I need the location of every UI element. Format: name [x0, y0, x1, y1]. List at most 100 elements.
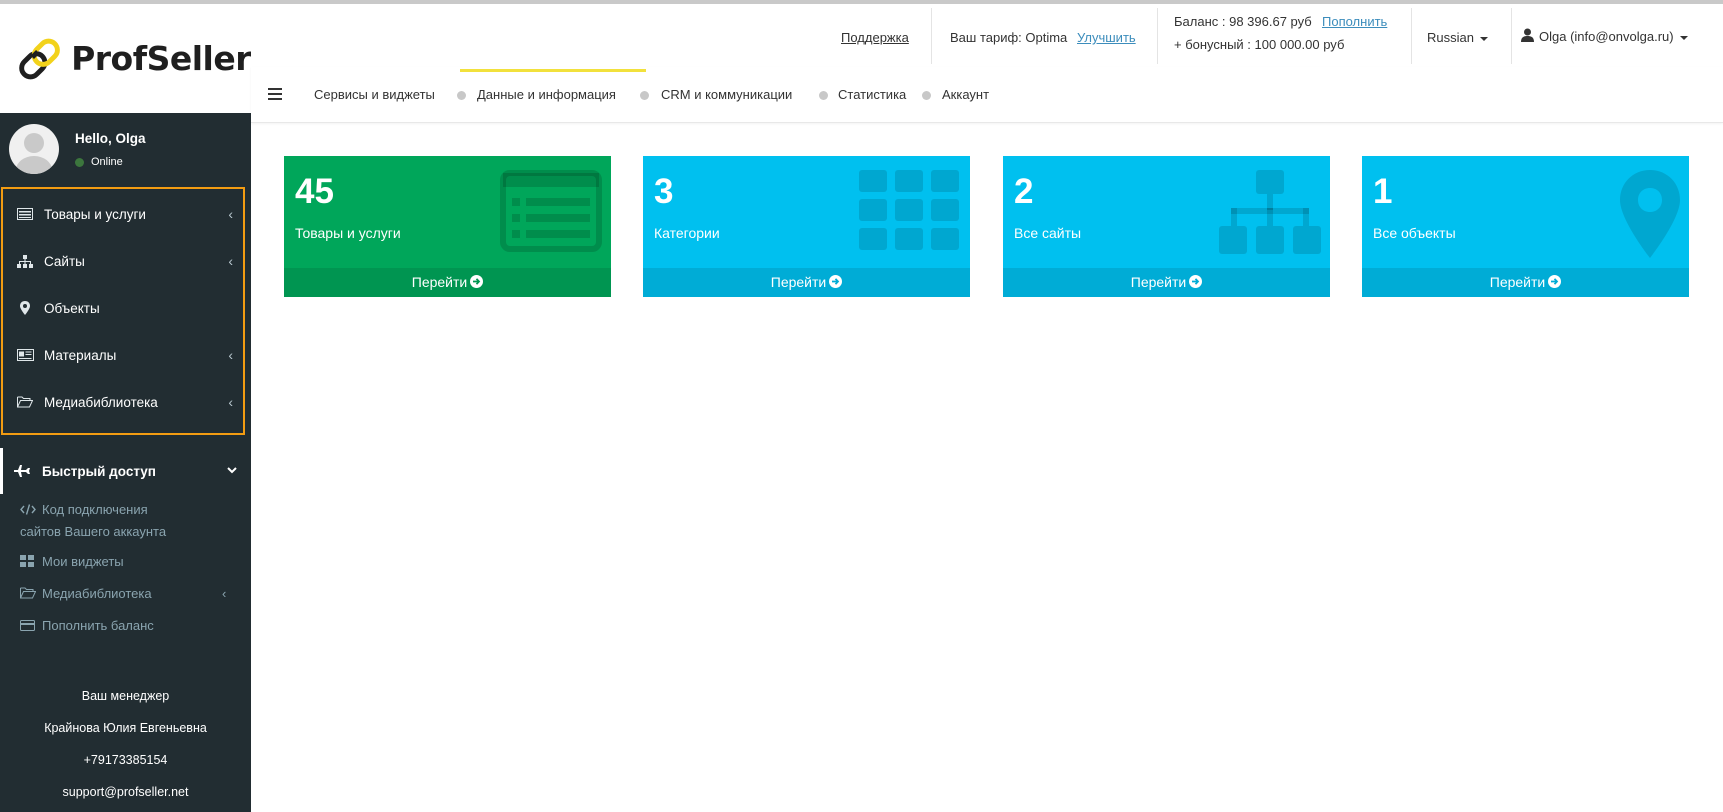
upgrade-link[interactable]: Улучшить	[1077, 30, 1136, 45]
card-go-button[interactable]: Перейти	[1003, 268, 1330, 297]
card-products: 45 Товары и услуги Перейти	[284, 156, 611, 297]
list-icon	[15, 207, 35, 221]
sidebar-item-label: Сайты	[44, 253, 85, 269]
manager-email[interactable]: support@profseller.net	[0, 785, 251, 799]
chevron-left-icon: ‹	[228, 347, 233, 363]
support-link[interactable]: Поддержка	[841, 30, 909, 45]
avatar	[9, 124, 59, 174]
tab-crm-communications[interactable]: CRM и коммуникации	[661, 87, 792, 102]
sidebar: Hello, Olga Online Товары и услуги ‹ Сай…	[0, 113, 251, 812]
tab-separator-dot	[922, 91, 931, 100]
tab-separator-dot	[819, 91, 828, 100]
user-silhouette-icon	[16, 133, 52, 174]
card-label: Все сайты	[1014, 225, 1082, 241]
hamburger-menu-icon[interactable]	[268, 88, 282, 103]
status-text: Online	[91, 156, 123, 168]
tariff-label: Ваш тариф: Optima	[950, 30, 1068, 45]
code-icon	[20, 500, 36, 521]
card-go-label: Перейти	[1130, 274, 1187, 290]
quick-item-label: Код подключения	[42, 502, 148, 517]
sitemap-icon	[15, 254, 35, 268]
quick-item-label: Медиабиблиотека	[42, 586, 152, 601]
arrow-circle-right-icon	[470, 275, 484, 288]
caret-down-icon	[1479, 36, 1488, 41]
chevron-left-icon: ‹	[228, 253, 233, 269]
card-count: 45	[295, 172, 334, 211]
quick-access-toggle[interactable]: Быстрый доступ	[0, 448, 251, 494]
logo[interactable]: ProfSeller	[0, 4, 251, 113]
card-all-objects: 1 Все объекты Перейти	[1362, 156, 1689, 297]
card-go-button[interactable]: Перейти	[284, 268, 611, 297]
card-go-button[interactable]: Перейти	[643, 268, 970, 297]
user-status: Online	[75, 156, 123, 168]
grid-icon	[859, 170, 959, 250]
folder-open-icon	[20, 584, 37, 605]
header-divider	[1511, 8, 1512, 64]
list-alt-icon	[500, 170, 602, 252]
tab-services-widgets[interactable]: Сервисы и виджеты	[314, 87, 435, 102]
manager-name: Крайнова Юлия Евгеньевна	[44, 721, 207, 735]
card-count: 1	[1373, 172, 1393, 211]
card-count: 2	[1014, 172, 1034, 211]
bonus-label: + бонусный : 100 000.00 руб	[1174, 37, 1345, 52]
sidebar-item-label: Медиабиблиотека	[44, 394, 158, 410]
chevron-left-icon: ‹	[222, 586, 227, 601]
user-greeting: Hello, Olga	[75, 131, 146, 146]
arrow-circle-right-icon	[1548, 275, 1562, 288]
card-label: Категории	[654, 225, 720, 241]
language-label: Russian	[1427, 30, 1474, 45]
chevron-left-icon: ‹	[228, 394, 233, 410]
sidebar-item-products[interactable]: Товары и услуги ‹	[3, 192, 243, 236]
folder-open-icon	[15, 395, 35, 409]
quick-item-label-line2: сайтов Вашего аккаунта	[20, 524, 167, 540]
tab-statistics[interactable]: Статистика	[838, 87, 906, 102]
grid-icon	[20, 552, 36, 573]
tab-account[interactable]: Аккаунт	[942, 87, 989, 102]
arrow-circle-right-icon	[829, 275, 843, 288]
balance-label: Баланс : 98 396.67 руб	[1174, 14, 1312, 29]
sitemap-icon	[1219, 170, 1321, 254]
credit-card-icon	[20, 616, 36, 637]
quick-item-top-up-balance[interactable]: Пополнить баланс	[20, 615, 154, 637]
card-go-button[interactable]: Перейти	[1362, 268, 1689, 297]
header-divider	[1157, 8, 1158, 64]
card-label: Все объекты	[1373, 225, 1456, 241]
header-divider	[931, 8, 932, 64]
sidebar-item-materials[interactable]: Материалы ‹	[3, 333, 243, 377]
user-icon	[1521, 28, 1534, 42]
section-tabs: Сервисы и виджеты Данные и информация CR…	[251, 67, 1723, 123]
user-account-dropdown[interactable]: Olga (info@onvolga.ru)	[1521, 28, 1688, 44]
card-label: Товары и услуги	[295, 225, 401, 241]
sidebar-item-label: Товары и услуги	[44, 206, 146, 222]
card-count: 3	[654, 172, 674, 211]
language-dropdown[interactable]: Russian	[1427, 30, 1488, 45]
active-tab-indicator	[460, 69, 646, 72]
card-go-label: Перейти	[770, 274, 827, 290]
sidebar-item-label: Материалы	[44, 347, 117, 363]
card-go-label: Перейти	[1489, 274, 1546, 290]
newspaper-icon	[15, 348, 35, 362]
plane-icon	[14, 465, 32, 477]
card-categories: 3 Категории Перейти	[643, 156, 970, 297]
quick-item-connection-code[interactable]: Код подключения сайтов Вашего аккаунта	[20, 499, 166, 542]
sidebar-item-objects[interactable]: Объекты	[3, 286, 243, 330]
logo-text: ProfSeller	[71, 39, 251, 78]
quick-item-label: Мои виджеты	[42, 554, 124, 569]
quick-item-my-widgets[interactable]: Мои виджеты	[20, 551, 124, 573]
card-all-sites: 2 Все сайты Перейти	[1003, 156, 1330, 297]
map-pin-icon	[15, 301, 35, 315]
tab-separator-dot	[640, 91, 649, 100]
user-account-label: Olga (info@onvolga.ru)	[1539, 29, 1674, 44]
header-divider	[1411, 8, 1412, 64]
quick-item-media-library[interactable]: Медиабиблиотека ‹	[20, 583, 240, 605]
main-menu-highlight: Товары и услуги ‹ Сайты ‹ Объекты Матери…	[1, 187, 245, 435]
sidebar-item-sites[interactable]: Сайты ‹	[3, 239, 243, 283]
sidebar-item-media-library[interactable]: Медиабиблиотека ‹	[3, 380, 243, 424]
top-up-link[interactable]: Пополнить	[1322, 14, 1387, 29]
user-panel: Hello, Olga Online	[0, 113, 251, 183]
tab-data-information[interactable]: Данные и информация	[477, 87, 616, 102]
chevron-left-icon: ‹	[228, 206, 233, 222]
top-header: Поддержка Ваш тариф: Optima Улучшить Бал…	[251, 4, 1723, 67]
quick-access-label: Быстрый доступ	[42, 463, 156, 479]
chevron-down-icon	[227, 462, 237, 477]
